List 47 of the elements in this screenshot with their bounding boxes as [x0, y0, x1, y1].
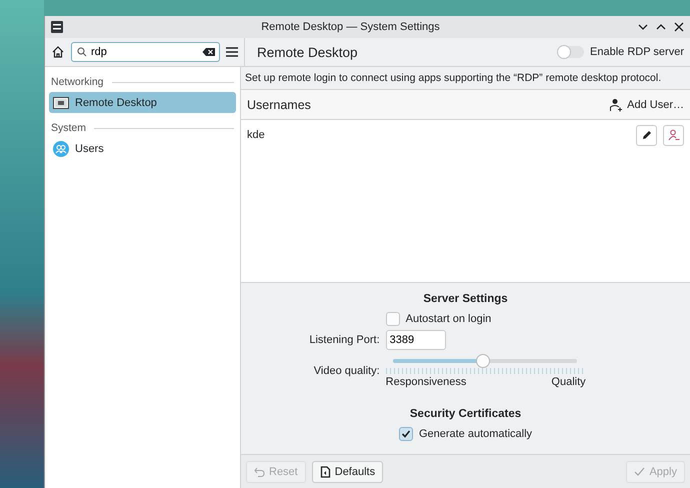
field-label: Video quality: [312, 365, 380, 377]
slider-handle[interactable] [476, 354, 490, 368]
port-field[interactable]: 3389 [386, 330, 446, 350]
monitor-icon [53, 96, 69, 110]
app-icon [51, 21, 63, 33]
add-user-button[interactable]: Add User… [609, 98, 684, 112]
checkbox[interactable] [386, 312, 400, 326]
home-button[interactable] [51, 45, 65, 59]
user-name: kde [247, 129, 266, 141]
defaults-button[interactable]: Defaults [312, 460, 384, 482]
sidebar-item[interactable]: Users [49, 138, 236, 159]
close-icon [674, 22, 684, 32]
page-title: Remote Desktop [257, 44, 359, 60]
document-icon [320, 466, 331, 478]
field-label: Listening Port: [309, 334, 380, 346]
maximize-icon [656, 22, 666, 32]
group-heading: System [51, 122, 86, 134]
group-heading: Networking [51, 76, 104, 88]
section-heading: Security Certificates [410, 408, 522, 420]
clear-icon [202, 47, 215, 57]
remove-user-icon [668, 129, 680, 141]
checkbox-label: Generate automatically [418, 428, 532, 440]
scale-label: Responsiveness [386, 376, 466, 388]
section-heading: Server Settings [423, 293, 508, 305]
checkbox[interactable] [398, 427, 413, 441]
sidebar-item-label: Users [75, 142, 104, 154]
sidebar-item[interactable]: Remote Desktop [49, 92, 236, 113]
check-icon [634, 466, 646, 478]
search-icon [77, 47, 87, 57]
remove-user-button[interactable] [663, 124, 684, 146]
scale-label: Quality [551, 376, 586, 388]
search-field[interactable]: rdp [71, 42, 220, 62]
toggle-switch[interactable] [558, 46, 584, 58]
menu-icon [226, 46, 238, 58]
add-user-icon [609, 98, 624, 112]
users-icon [53, 140, 69, 156]
undo-icon [254, 466, 265, 478]
pencil-icon [640, 129, 652, 141]
window-title: Remote Desktop — System Settings [260, 21, 441, 33]
section-heading: Usernames [247, 98, 312, 112]
home-icon [51, 45, 65, 59]
sidebar-item-label: Remote Desktop [75, 96, 157, 108]
toggle-label: Enable RDP server [590, 46, 684, 58]
check-icon [400, 429, 411, 439]
edit-button[interactable] [636, 124, 657, 146]
minimize-icon [638, 22, 648, 32]
checkbox-label: Autostart on login [406, 313, 492, 325]
